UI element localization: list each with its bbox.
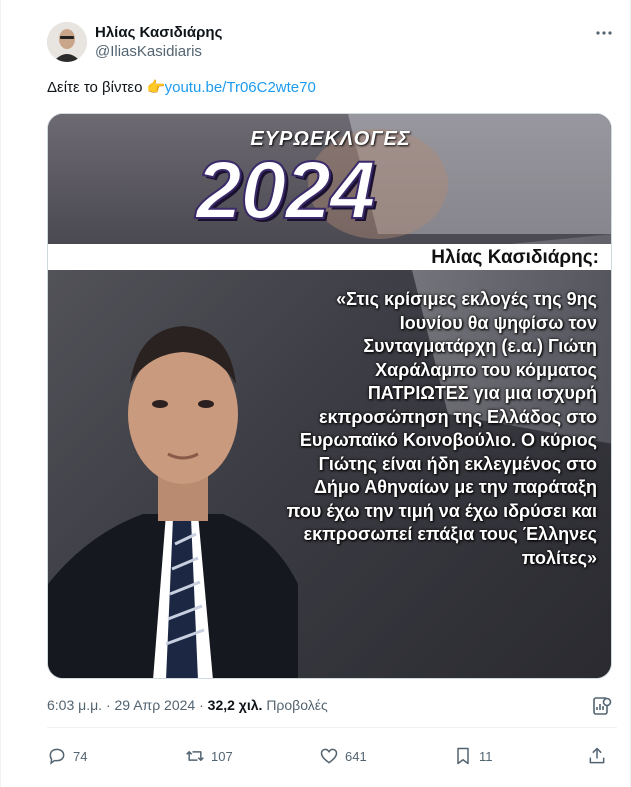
speaker-name: Ηλίας Κασιδιάρης:	[431, 247, 599, 268]
quote-line: εκπροσωπεί επάξια τους Έλληνες	[303, 524, 597, 544]
reply-button[interactable]: 74	[47, 744, 87, 768]
tweet-actions: 74 107 641 11	[47, 744, 617, 768]
tweet-text-prefix: Δείτε το βίντεο	[47, 79, 147, 96]
pointing-hand-emoji: 👉	[146, 79, 166, 96]
heart-icon	[320, 748, 338, 764]
tweet-text: Δείτε το βίντεο 👉youtu.be/Tr06C2wte70	[47, 78, 316, 96]
quote-line: Ευρωπαϊκό Κοινοβούλιο. Ο κύριος	[299, 430, 597, 450]
quote-line: που έχω την τιμή να έχω ιδρύσει και	[286, 500, 597, 521]
bookmark-count: 11	[479, 748, 493, 764]
quote-line: «Στις κρίσιμες εκλογές της 9ης	[336, 289, 597, 309]
like-button[interactable]: 641	[319, 744, 367, 768]
quote-line: Ιουνίου θα ψηφίσω τον	[399, 312, 597, 333]
meta-separator: ·	[195, 697, 208, 713]
reply-count: 74	[73, 748, 88, 764]
divider	[47, 727, 617, 728]
tweet-header: Ηλίας Κασιδιάρης @IliasKasidiaris	[47, 20, 617, 64]
repost-button[interactable]: 107	[185, 744, 233, 768]
tweet-date[interactable]: 29 Απρ 2024	[115, 697, 196, 713]
repost-count: 107	[211, 748, 233, 764]
video-link[interactable]: youtu.be/Tr06C2wte70	[165, 79, 316, 96]
author-avatar[interactable]	[47, 22, 87, 62]
media-quote: «Στις κρίσιμες εκλογές της 9ης Ιουνίου θ…	[257, 288, 597, 570]
like-count: 641	[345, 748, 367, 764]
meta-separator: ·	[102, 697, 115, 713]
author-display-name[interactable]: Ηλίας Κασιδιάρης	[95, 24, 222, 41]
quote-line: Δήμο Αθηναίων με την παράταξη	[313, 477, 597, 497]
tweet-media-image[interactable]: ΕΥΡΩΕΚΛΟΓΕΣ 2024 Ηλίας Κασιδιάρης: «Στις…	[47, 113, 612, 679]
share-icon	[589, 747, 605, 764]
reply-icon	[49, 748, 65, 765]
tweet-card: Ηλίας Κασιδιάρης @IliasKasidiaris Δείτε …	[0, 0, 631, 787]
quote-line: ΠΑΤΡΙΩΤΕΣ για μια ισχυρή	[367, 383, 597, 403]
views-label: Προβολές	[266, 697, 328, 713]
quote-line: εκπροσώπηση της Ελλάδος στο	[319, 406, 597, 427]
media-title-big: 2024	[195, 145, 376, 236]
bookmark-icon	[457, 747, 469, 765]
share-button[interactable]	[587, 744, 607, 768]
bookmark-button[interactable]: 11	[453, 744, 493, 768]
quote-line: Γιώτης είναι ήδη εκλεγμένος στο	[318, 453, 597, 474]
speaker-band: Ηλίας Κασιδιάρης:	[48, 244, 611, 270]
view-analytics-icon[interactable]	[591, 695, 613, 717]
views-count: 32,2 χιλ.	[207, 697, 263, 713]
tweet-meta: 6:03 μ.μ. · 29 Απρ 2024 · 32,2 χιλ. Προβ…	[47, 697, 328, 713]
media-title-year: 2024	[195, 145, 456, 236]
quote-line: Χαράλαμπο του κόμματος	[375, 359, 597, 380]
more-dots-icon[interactable]	[591, 20, 617, 46]
author-handle[interactable]: @IliasKasidiaris	[95, 43, 202, 60]
repost-icon	[186, 751, 204, 761]
quote-line: πολίτες»	[521, 547, 597, 568]
tweet-time[interactable]: 6:03 μ.μ.	[47, 697, 102, 713]
quote-line: Συνταγματάρχη (ε.α.) Γιώτη	[363, 336, 597, 356]
